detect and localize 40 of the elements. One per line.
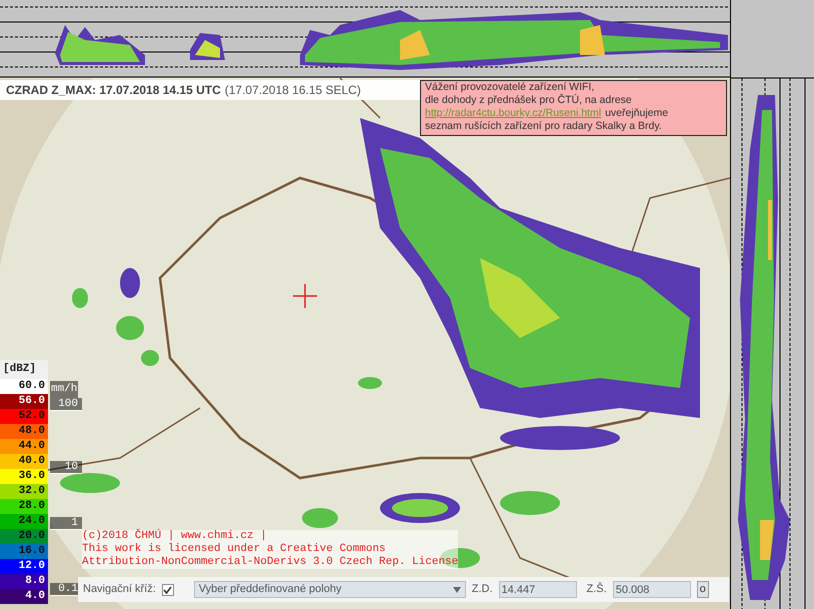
cross-label: Navigační kříž:	[83, 582, 156, 598]
legend-swatch: 52.0	[0, 409, 48, 424]
legend-swatch: 44.0	[0, 439, 48, 454]
legend-swatch: 32.0	[0, 484, 48, 499]
rain-unit: mm/h	[50, 381, 78, 398]
legend-swatch: 60.0	[0, 379, 48, 394]
legend-swatch: 4.0	[0, 589, 48, 604]
license-text: This work is licensed under a Creative Commons	[82, 543, 387, 556]
legend-swatch: 40.0	[0, 454, 48, 469]
checkmark-icon	[163, 586, 172, 594]
product-title: CZRAD Z_MAX: 17.07.2018 14.15 UTC	[6, 82, 221, 99]
longitude-label: Z.D.	[472, 582, 493, 598]
legend-swatch: 28.0	[0, 499, 48, 514]
rain-scale-mark: 100	[50, 398, 82, 411]
notice-text: seznam rušících zařízení pro radary Skalky a Brdy.	[425, 120, 663, 133]
cross-checkbox[interactable]	[162, 584, 174, 596]
legend-swatch: 16.0	[0, 544, 48, 559]
rain-scale-mark: 10	[50, 461, 82, 474]
license-text: Attribution-NonCommercial-NoDerivs 3.0 Czech Rep. License	[82, 556, 458, 569]
legend-swatch: 36.0	[0, 469, 48, 484]
notice-text: uveřejňujeme	[605, 107, 668, 120]
latitude-field[interactable]: 50.008	[612, 581, 691, 598]
legend-swatch: 20.0	[0, 529, 48, 544]
crosshair-icon	[293, 284, 317, 308]
go-button[interactable]: o	[696, 581, 709, 598]
legend-unit: [dBZ]	[0, 360, 48, 379]
license-text: (c)2018 ČHMÚ | www.chmi.cz |	[82, 530, 268, 543]
longitude-field[interactable]: 14.447	[498, 581, 577, 598]
legend-swatch: 8.0	[0, 574, 48, 589]
legend-swatch: 12.0	[0, 559, 48, 574]
legend-swatch: 56.0	[0, 394, 48, 409]
legend-swatch: 48.0	[0, 424, 48, 439]
local-time: (17.07.2018 16.15 SELC)	[224, 82, 361, 99]
legend-swatch: 24.0	[0, 514, 48, 529]
dropdown-caret-icon	[452, 586, 461, 592]
notice-text: Vážení provozovatelé zařízení WIFI,	[425, 81, 596, 94]
preset-dropdown[interactable]: Vyber předdefinované polohy	[194, 581, 466, 598]
notice-text: dle dohody z přednášek pro ČTÚ, na adrese	[425, 94, 633, 107]
latitude-label: Z.Š.	[586, 581, 607, 598]
rain-scale-mark: 1	[50, 517, 82, 530]
